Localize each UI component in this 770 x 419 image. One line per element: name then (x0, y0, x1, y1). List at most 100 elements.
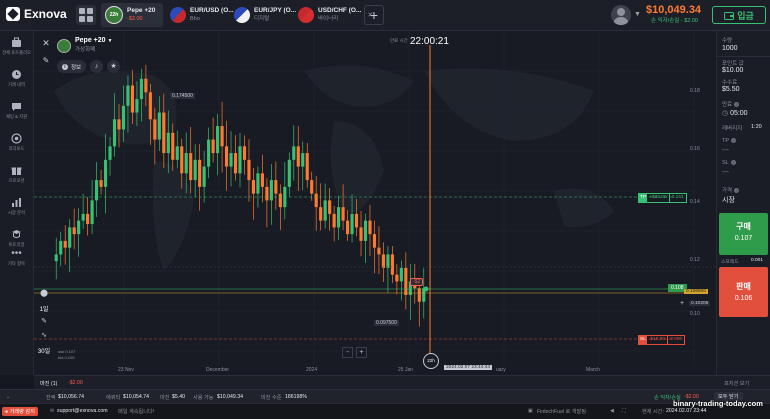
candle-body (207, 139, 211, 167)
fintech-logo-icon: ▣ (528, 408, 533, 414)
chevron-down-icon[interactable]: ⌄ (6, 394, 10, 400)
add-asset-button[interactable]: + (364, 5, 384, 25)
candle-body (99, 180, 103, 187)
chevron-down-icon[interactable]: ▼ (108, 38, 113, 44)
help-icon: ? (734, 102, 740, 108)
candle-body (278, 193, 282, 208)
x-axis-tick-label: 2024 (306, 367, 318, 373)
margin-bar[interactable]: 마진 (1) -$2.00 포지션 보기 (34, 375, 770, 390)
portfolio-icon (12, 37, 21, 47)
chart-type-icon[interactable]: ∿ (36, 331, 52, 345)
sidebar-item-history[interactable]: 거래 내역 (0, 69, 33, 87)
account-balance[interactable]: $10,049.34 손 익자/손실 - $2.00 (646, 4, 702, 24)
chat-icon (12, 103, 21, 111)
support-email-link[interactable]: support@exnova.com (57, 408, 108, 414)
balance-value: $10,049.34 (646, 4, 702, 16)
zoom-out-button[interactable]: - (342, 347, 353, 358)
tab-sub: 디지털 (254, 16, 270, 22)
sidebar-item-portfolio[interactable]: 전체 포트폴리오 (0, 37, 33, 55)
candle-body (193, 159, 197, 181)
tp-field[interactable]: --- (722, 147, 729, 154)
time-cursor-label: 2024.02.07 23:44:44 (444, 365, 493, 370)
order-plus-button[interactable]: + (680, 300, 684, 307)
sidebar-label: 리더보드 (8, 146, 25, 151)
zoom-in-button[interactable]: + (356, 347, 367, 358)
y-axis-tick-label: 0.14 (690, 199, 700, 205)
sidebar-label: 시장 분석 (7, 210, 25, 215)
position-marker[interactable] (423, 286, 429, 292)
sidebar-item-promotion[interactable]: 프로모션 (0, 165, 33, 183)
leverage-label: 레버리지 (722, 126, 743, 132)
asset-tab-eurusd[interactable]: EUR/USD (O... Bho ✕ (166, 3, 246, 27)
info-label: 정보 (71, 64, 82, 71)
position-pnl-badge[interactable]: -$2 (410, 278, 424, 286)
asset-tab-eurjpy[interactable]: EUR/JPY (O... 디지털 ✕ (230, 3, 308, 27)
chart-area[interactable]: ✕ ✎ Pepe +20 ▼ 가상화폐 i 정보 ♪ ★ 만료 시간 22:00… (34, 31, 716, 375)
chart-close-button[interactable]: ✕ (40, 37, 52, 49)
leverage-value[interactable]: 1:20 (751, 124, 762, 130)
sell-button[interactable]: 판매 0.106 (719, 267, 768, 317)
candle-body (247, 159, 251, 181)
tab-title: EUR/JPY (O... (254, 7, 297, 14)
assets-grid-button[interactable] (76, 5, 96, 25)
chevron-down-icon[interactable]: ▼ (634, 11, 641, 18)
candle-body (157, 112, 161, 140)
favorite-button[interactable]: ★ (107, 60, 120, 73)
candle-body (117, 119, 121, 130)
candle-body (130, 85, 135, 113)
x-axis-tick-label: uary (496, 367, 506, 373)
period-button[interactable]: 30일 (36, 345, 52, 359)
sl-field[interactable]: --- (722, 169, 729, 176)
indicator-icon[interactable]: ⬤ (36, 289, 52, 303)
app-name: Exnova (24, 7, 67, 21)
asset-header[interactable]: Pepe +20 ▼ 가상화폐 (57, 36, 112, 55)
expiry-value[interactable]: ◷ 05:00 (722, 109, 748, 117)
candle-body (211, 139, 215, 154)
watermark: binary-trading-today.com (673, 399, 763, 408)
candle-body (63, 240, 67, 248)
tab-sub: 바이너리 (318, 16, 339, 22)
app-logo[interactable]: Exnova (6, 7, 67, 21)
left-sidebar: 전체 포트폴리오 거래 내역 채팅 & 지원 리더보드 프로모션 시장 분석 튜… (0, 31, 34, 375)
alert-button[interactable]: ♪ (90, 60, 103, 73)
candle-body (144, 78, 148, 93)
stop-loss-tag[interactable]: SL -$18.00 0.090 (638, 335, 686, 345)
asset-tab-usdchf[interactable]: USD/CHF (O... 바이너리 ✕ (294, 3, 373, 27)
point-value: $10.00 (722, 67, 744, 74)
sidebar-label: 기타 항목 (7, 261, 25, 266)
candle-body (72, 227, 76, 235)
take-profit-tag[interactable]: TP +$33.00 0.141 (638, 193, 687, 203)
sound-icon[interactable]: ◀ (610, 408, 614, 414)
expiry-badge[interactable]: 22h (423, 353, 439, 369)
asset-category: 가상화폐 (75, 47, 96, 53)
deposit-button[interactable]: 입금 (712, 6, 766, 24)
sidebar-item-more[interactable]: ••• 기타 항목 (0, 249, 33, 267)
pencil-icon[interactable]: ✎ (36, 317, 52, 331)
candle-body (112, 119, 117, 147)
summary-equity-label: 에퀴티 (106, 395, 121, 401)
draw-tool-button[interactable]: ✎ (40, 55, 52, 67)
avatar[interactable] (611, 5, 631, 25)
status-badge[interactable]: ● 거래량 감지 (2, 407, 38, 416)
candle-body (377, 247, 381, 255)
sidebar-item-market-analysis[interactable]: 시장 분석 (0, 197, 33, 215)
candle-body (77, 220, 81, 235)
info-button[interactable]: i 정보 (57, 60, 87, 73)
view-positions-link[interactable]: 포지션 보기 (724, 380, 749, 387)
buy-button[interactable]: 구매 0.107 (719, 213, 768, 255)
candle-body (386, 254, 390, 268)
price-type[interactable]: 시장 (722, 195, 735, 205)
current-time: 2024.02.07 23:44 (666, 408, 707, 414)
timeframe-button[interactable]: 1일 (36, 303, 52, 317)
asset-title: Pepe +20 (75, 37, 106, 44)
sidebar-label: 채팅 & 지원 (5, 114, 28, 119)
spread-value: 0.001 (751, 258, 764, 263)
eur-usd-flag-icon (170, 7, 186, 23)
asset-tab-pepe[interactable]: 22h Pepe +20 -$2.00 (101, 3, 163, 27)
investment-input[interactable]: 1000 (722, 45, 738, 52)
sidebar-item-tutorial[interactable]: 튜토리얼 (0, 229, 33, 247)
sidebar-item-leaderboard[interactable]: 리더보드 (0, 133, 33, 151)
candle-body (260, 173, 264, 187)
fullscreen-icon[interactable]: ⛶ (622, 408, 626, 415)
sidebar-item-chat[interactable]: 채팅 & 지원 (0, 101, 33, 119)
